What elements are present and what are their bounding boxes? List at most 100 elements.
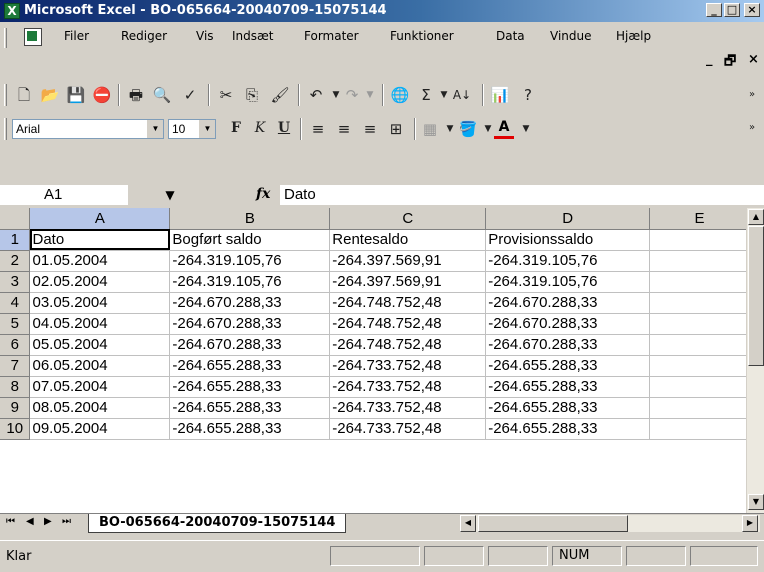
cell-b10[interactable]: -264.655.288,33: [169, 418, 331, 440]
workbook-icon[interactable]: [24, 28, 42, 46]
chevron-down-icon[interactable]: ▼: [199, 120, 215, 138]
cell-c7[interactable]: -264.733.752,48: [329, 355, 487, 377]
cell-e3[interactable]: [649, 271, 750, 293]
merge-center-icon[interactable]: ⊞: [386, 119, 406, 139]
cell-a10[interactable]: 09.05.2004: [29, 418, 171, 440]
redo-icon[interactable]: ↷: [342, 85, 362, 105]
row-header[interactable]: 7: [0, 355, 31, 377]
row-header[interactable]: 8: [0, 376, 31, 398]
scroll-right-icon[interactable]: ▶: [742, 515, 758, 532]
menu-data[interactable]: Data: [496, 29, 525, 43]
vertical-scroll-thumb[interactable]: [748, 226, 764, 366]
save-icon[interactable]: 💾: [66, 85, 86, 105]
doc-restore-button[interactable]: 🗗: [724, 52, 736, 74]
name-box[interactable]: A1: [0, 185, 128, 205]
prev-sheet-icon[interactable]: ◀: [26, 516, 34, 527]
autosum-dropdown-icon[interactable]: ▼: [434, 85, 454, 105]
row-header[interactable]: 6: [0, 334, 31, 356]
menu-funktioner[interactable]: Funktioner: [390, 29, 454, 43]
cell-c3[interactable]: -264.397.569,91: [329, 271, 487, 293]
menu-vis[interactable]: Vis: [196, 29, 214, 43]
font-size-combo[interactable]: 10 ▼: [168, 119, 216, 139]
cell-b2[interactable]: -264.319.105,76: [169, 250, 331, 272]
cell-e1[interactable]: [649, 229, 750, 251]
spelling-icon[interactable]: ✓: [180, 85, 200, 105]
help-icon[interactable]: ?: [518, 85, 538, 105]
redo-dropdown-icon[interactable]: ▼: [360, 85, 380, 105]
cell-d4[interactable]: -264.670.288,33: [485, 292, 651, 314]
menu-indsaet[interactable]: Indsæt: [232, 29, 274, 43]
chevron-down-icon[interactable]: ▼: [147, 120, 163, 138]
scroll-down-icon[interactable]: ▼: [748, 494, 764, 510]
minimize-button[interactable]: _: [706, 3, 722, 17]
cell-a6[interactable]: 05.05.2004: [29, 334, 171, 356]
permission-icon[interactable]: ⛔: [92, 85, 112, 105]
chevron-down-icon[interactable]: ▼: [160, 185, 180, 205]
borders-dropdown-icon[interactable]: ▼: [440, 119, 460, 139]
next-sheet-icon[interactable]: ▶: [44, 516, 52, 527]
cell-c4[interactable]: -264.748.752,48: [329, 292, 487, 314]
cell-d7[interactable]: -264.655.288,33: [485, 355, 651, 377]
menu-rediger[interactable]: Rediger: [121, 29, 167, 43]
align-left-icon[interactable]: ≡: [308, 119, 328, 139]
font-color-icon[interactable]: A: [494, 119, 514, 139]
excel-app-icon[interactable]: X: [4, 3, 20, 19]
cell-a7[interactable]: 06.05.2004: [29, 355, 171, 377]
sort-ascending-icon[interactable]: A↓: [452, 85, 472, 105]
menu-hjaelp[interactable]: Hjælp: [616, 29, 651, 43]
row-header[interactable]: 2: [0, 250, 31, 272]
cell-c10[interactable]: -264.733.752,48: [329, 418, 487, 440]
close-button[interactable]: ×: [744, 3, 760, 17]
horizontal-scrollbar[interactable]: ◀ ▶: [460, 515, 760, 532]
cell-a5[interactable]: 04.05.2004: [29, 313, 171, 335]
cell-a8[interactable]: 07.05.2004: [29, 376, 171, 398]
cell-a4[interactable]: 03.05.2004: [29, 292, 171, 314]
cell-e5[interactable]: [649, 313, 750, 335]
scroll-left-icon[interactable]: ◀: [460, 515, 476, 532]
insert-function-icon[interactable]: fx: [256, 186, 270, 202]
print-icon[interactable]: 🖶: [126, 85, 146, 105]
menu-vindue[interactable]: Vindue: [550, 29, 592, 43]
column-header-e[interactable]: E: [649, 208, 750, 230]
maximize-button[interactable]: □: [724, 3, 740, 17]
last-sheet-icon[interactable]: ⏭: [62, 516, 71, 527]
cell-d8[interactable]: -264.655.288,33: [485, 376, 651, 398]
row-header[interactable]: 9: [0, 397, 31, 419]
undo-icon[interactable]: ↶: [306, 85, 326, 105]
cell-b4[interactable]: -264.670.288,33: [169, 292, 331, 314]
cell-a2[interactable]: 01.05.2004: [29, 250, 171, 272]
italic-button[interactable]: K: [250, 120, 270, 140]
cell-a3[interactable]: 02.05.2004: [29, 271, 171, 293]
cell-d1[interactable]: Provisionssaldo: [485, 229, 651, 251]
column-header-d[interactable]: D: [485, 208, 651, 230]
underline-button[interactable]: U: [274, 120, 294, 140]
toolbar-options-icon[interactable]: »: [742, 118, 762, 138]
cell-d9[interactable]: -264.655.288,33: [485, 397, 651, 419]
sheet-tab[interactable]: BO-065664-20040709-15075144: [88, 514, 347, 533]
fill-color-icon[interactable]: 🪣: [458, 119, 478, 139]
row-header[interactable]: 10: [0, 418, 31, 440]
cell-d5[interactable]: -264.670.288,33: [485, 313, 651, 335]
cell-d6[interactable]: -264.670.288,33: [485, 334, 651, 356]
cell-c1[interactable]: Rentesaldo: [329, 229, 487, 251]
cell-a1[interactable]: Dato: [29, 229, 171, 251]
cell-b6[interactable]: -264.670.288,33: [169, 334, 331, 356]
menu-formater[interactable]: Formater: [304, 29, 359, 43]
align-center-icon[interactable]: ≡: [334, 119, 354, 139]
row-header[interactable]: 1: [0, 229, 31, 251]
scroll-up-icon[interactable]: ▲: [748, 209, 764, 225]
row-header[interactable]: 4: [0, 292, 31, 314]
cell-c5[interactable]: -264.748.752,48: [329, 313, 487, 335]
cell-e4[interactable]: [649, 292, 750, 314]
select-all-corner[interactable]: [0, 208, 31, 230]
cell-c2[interactable]: -264.397.569,91: [329, 250, 487, 272]
cell-a9[interactable]: 08.05.2004: [29, 397, 171, 419]
new-document-icon[interactable]: 🗋: [14, 85, 34, 105]
doc-close-button[interactable]: ×: [748, 52, 759, 67]
menu-filer[interactable]: Filer: [64, 29, 89, 43]
cell-d2[interactable]: -264.319.105,76: [485, 250, 651, 272]
cell-e2[interactable]: [649, 250, 750, 272]
row-header[interactable]: 5: [0, 313, 31, 335]
cell-b5[interactable]: -264.670.288,33: [169, 313, 331, 335]
cell-d3[interactable]: -264.319.105,76: [485, 271, 651, 293]
